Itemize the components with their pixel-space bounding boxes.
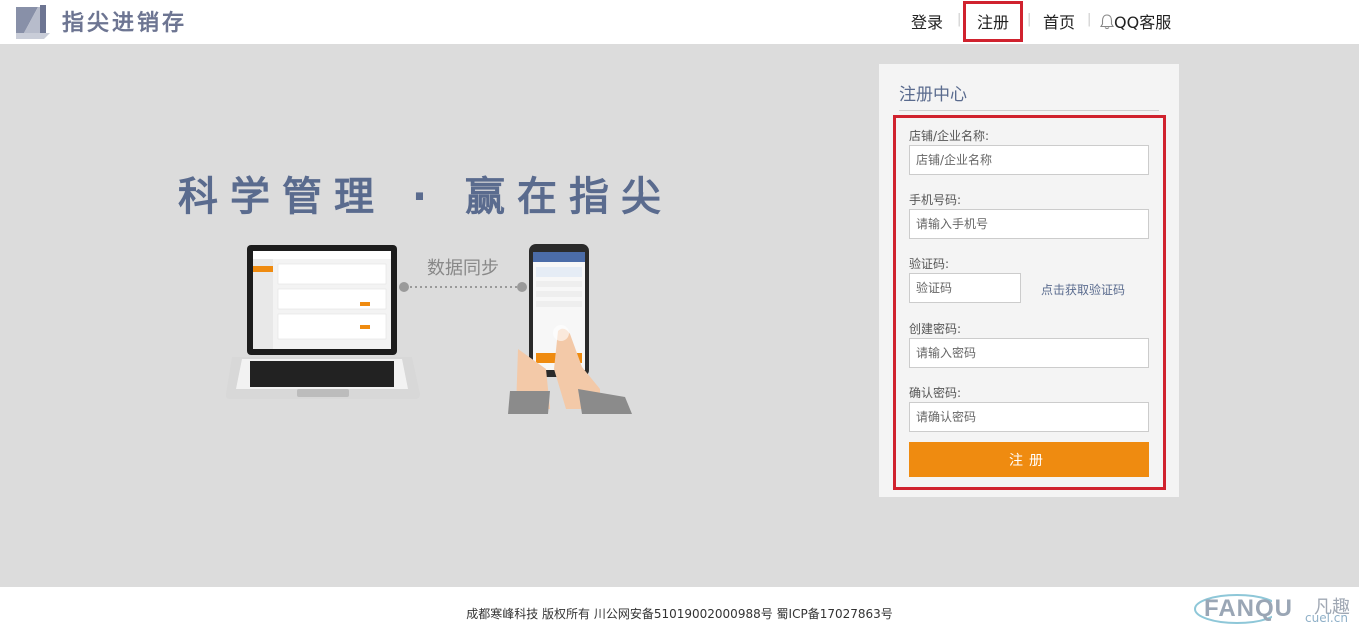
verify-code-label: 验证码: (909, 257, 950, 271)
nav-separator: | (1087, 12, 1092, 27)
qq-service-label: QQ客服 (1114, 13, 1172, 32)
hero-slogan: 科学管理 · 赢在指尖 (178, 174, 674, 220)
home-link[interactable]: 首页 (1043, 9, 1075, 33)
logo-icon (16, 5, 50, 39)
top-header: 指尖进销存 登录 | 注册 | 首页 | QQ客服 (0, 0, 1359, 44)
footer: 成都寒峰科技 版权所有 川公网安备51019002000988号 蜀ICP备17… (0, 587, 1359, 634)
verify-code-input[interactable] (909, 273, 1021, 303)
watermark-url: cuel.cn (1305, 611, 1348, 625)
copyright-text: 成都寒峰科技 版权所有 川公网安备51019002000988号 蜀ICP备17… (466, 607, 893, 621)
nav-separator: | (957, 12, 962, 27)
nav-separator: | (1027, 12, 1032, 27)
phone-label: 手机号码: (909, 193, 962, 207)
bell-icon (1100, 14, 1114, 30)
sync-connector (399, 282, 527, 292)
password-input[interactable] (909, 338, 1149, 368)
watermark-en: FANQU (1204, 595, 1293, 622)
login-link[interactable]: 登录 (911, 9, 943, 33)
password-label: 创建密码: (909, 322, 962, 336)
confirm-password-input[interactable] (909, 402, 1149, 432)
confirm-password-label: 确认密码: (909, 386, 962, 400)
phone-input[interactable] (909, 209, 1149, 239)
shop-name-label: 店铺/企业名称: (909, 129, 990, 143)
register-panel-title: 注册中心 (899, 85, 967, 105)
shop-name-input[interactable] (909, 145, 1149, 175)
register-submit-button[interactable]: 注册 (909, 442, 1149, 477)
laptop-illustration (225, 245, 420, 399)
register-link-highlight (963, 1, 1023, 42)
sync-illustration (225, 244, 632, 414)
watermark-logo: FANQU 凡趣 cuel.cn (1192, 587, 1359, 634)
qq-service-link[interactable]: QQ客服 (1100, 9, 1171, 33)
phone-illustration (508, 244, 632, 414)
panel-divider (899, 110, 1159, 111)
get-verify-code-link[interactable]: 点击获取验证码 (1041, 281, 1125, 298)
brand-name: 指尖进销存 (62, 11, 188, 36)
